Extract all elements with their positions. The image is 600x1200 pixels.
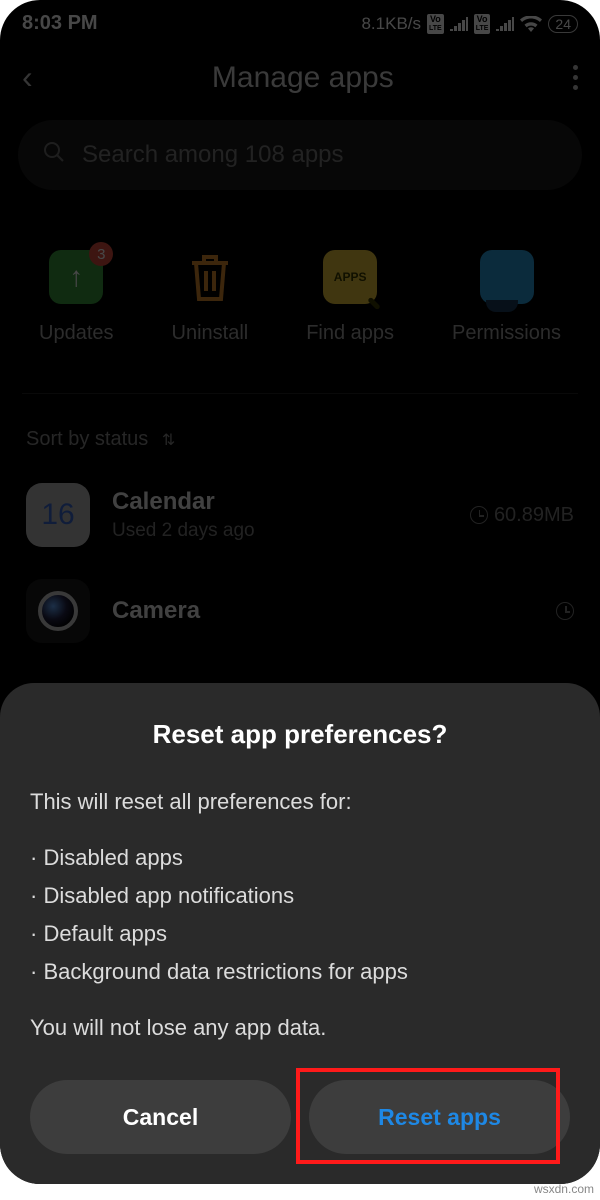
- volte-icon-1: VoLTE: [427, 14, 444, 34]
- signal-icon-2: [496, 17, 514, 31]
- dialog-bullet: · Background data restrictions for apps: [30, 954, 570, 990]
- back-button[interactable]: ‹: [22, 59, 33, 96]
- updates-badge: 3: [89, 242, 113, 266]
- dialog-intro: This will reset all preferences for:: [30, 784, 570, 820]
- dialog-bullet: · Disabled apps: [30, 840, 570, 876]
- status-time: 8:03 PM: [22, 12, 98, 35]
- search-input[interactable]: Search among 108 apps: [18, 120, 582, 190]
- dialog-bullet: · Default apps: [30, 916, 570, 952]
- signal-icon-1: [450, 17, 468, 31]
- sort-selector[interactable]: Sort by status ⇅: [0, 394, 600, 467]
- shortcut-find-apps[interactable]: APPS Find apps: [306, 250, 394, 345]
- watermark: wsxdn.com: [534, 1182, 594, 1196]
- shortcut-find-apps-label: Find apps: [306, 322, 394, 345]
- shortcut-updates[interactable]: 3 Updates: [39, 250, 114, 345]
- shortcuts-row: 3 Updates Uninstall APPS Find apps Permi…: [0, 190, 600, 375]
- dialog-body: This will reset all preferences for: · D…: [30, 784, 570, 1046]
- shortcut-uninstall-label: Uninstall: [172, 322, 249, 345]
- app-size: [556, 602, 574, 620]
- shortcut-permissions[interactable]: Permissions: [452, 250, 561, 345]
- search-placeholder: Search among 108 apps: [82, 141, 344, 169]
- shortcut-permissions-label: Permissions: [452, 322, 561, 345]
- status-bar: 8:03 PM 8.1KB/s VoLTE VoLTE 24: [0, 0, 600, 39]
- app-size: 60.89MB: [470, 504, 574, 527]
- dialog-bullet: · Disabled app notifications: [30, 878, 570, 914]
- highlight-rectangle: [296, 1068, 560, 1164]
- sort-chevron-icon: ⇅: [162, 432, 175, 449]
- dialog-note: You will not lose any app data.: [30, 1010, 570, 1046]
- page-title: Manage apps: [212, 61, 394, 95]
- wifi-icon: [520, 16, 542, 32]
- shortcut-updates-label: Updates: [39, 322, 114, 345]
- cancel-button[interactable]: Cancel: [30, 1080, 291, 1154]
- app-header: ‹ Manage apps: [0, 39, 600, 120]
- volte-icon-2: VoLTE: [474, 14, 491, 34]
- clock-icon: [556, 602, 574, 620]
- app-subtext: Used 2 days ago: [112, 520, 448, 542]
- more-button[interactable]: [573, 65, 578, 90]
- reset-preferences-dialog: Reset app preferences? This will reset a…: [0, 683, 600, 1184]
- camera-app-icon: [26, 579, 90, 643]
- permissions-icon: [480, 250, 534, 304]
- app-row-camera[interactable]: Camera: [0, 563, 600, 659]
- trash-icon: [183, 250, 237, 304]
- search-icon: [42, 140, 66, 171]
- clock-icon: [470, 506, 488, 524]
- updates-icon: 3: [49, 250, 103, 304]
- network-speed: 8.1KB/s: [361, 14, 421, 34]
- app-name: Calendar: [112, 488, 448, 516]
- app-name: Camera: [112, 597, 534, 625]
- calendar-app-icon: 16: [26, 483, 90, 547]
- find-apps-icon: APPS: [323, 250, 377, 304]
- app-row-calendar[interactable]: 16 Calendar Used 2 days ago 60.89MB: [0, 467, 600, 563]
- shortcut-uninstall[interactable]: Uninstall: [172, 250, 249, 345]
- dialog-title: Reset app preferences?: [30, 719, 570, 750]
- battery-icon: 24: [548, 15, 578, 33]
- sort-label: Sort by status: [26, 428, 148, 450]
